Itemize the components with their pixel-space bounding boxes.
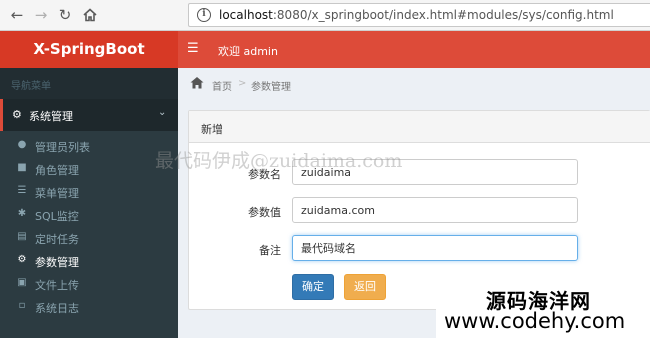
- sidebar-item-label: SQL监控: [35, 210, 79, 223]
- sidebar-item-config[interactable]: ⚙ 参数管理: [0, 250, 178, 273]
- sidebar-item-sql[interactable]: ✱ SQL监控: [0, 204, 178, 227]
- sidebar-item-admins[interactable]: ● 管理员列表: [0, 135, 178, 158]
- sidebar-item-label: 定时任务: [35, 233, 79, 246]
- panel-header: 新增: [189, 111, 650, 143]
- sidebar-item-menus[interactable]: ☰ 菜单管理: [0, 181, 178, 204]
- panel-title: 新增: [201, 123, 223, 136]
- top-header: ☰ 欢迎 admin: [178, 31, 650, 68]
- file-icon: ▫: [18, 300, 26, 311]
- breadcrumb-home[interactable]: 首页: [212, 78, 232, 93]
- breadcrumb-current: 参数管理: [251, 82, 291, 93]
- sidebar-submenu: ● 管理员列表 ■ 角色管理 ☰ 菜单管理 ✱ SQL监控 ▤ 定时任务 ⚙ 参…: [0, 131, 178, 338]
- gear-icon: ⚙: [12, 108, 22, 121]
- url-text: localhost:8080/x_springboot/index.html#m…: [219, 8, 614, 22]
- param-value-input[interactable]: [292, 197, 578, 223]
- tasks-icon: ▤: [17, 231, 27, 242]
- sidebar-item-label: 角色管理: [35, 164, 79, 177]
- browser-toolbar: ← → ↻ i localhost:8080/x_springboot/inde…: [0, 0, 650, 31]
- breadcrumb: 首页 > 参数管理: [178, 68, 650, 100]
- sidebar-item-label: 系统日志: [35, 302, 79, 315]
- remark-label: 备注: [259, 244, 281, 257]
- forward-arrow-icon[interactable]: →: [32, 6, 50, 24]
- list-icon: ☰: [17, 185, 27, 196]
- sidebar-title: 导航菜单: [11, 81, 51, 92]
- welcome-text: 欢迎 admin: [218, 45, 278, 58]
- sidebar-item-label: 文件上传: [35, 279, 79, 292]
- address-bar[interactable]: i localhost:8080/x_springboot/index.html…: [188, 3, 650, 27]
- reload-icon[interactable]: ↻: [56, 6, 74, 24]
- sidebar: 导航菜单 ⚙ 系统管理 ⌄ ● 管理员列表 ■ 角色管理 ☰ 菜单管理 ✱ SQ…: [0, 68, 178, 338]
- sidebar-item-label: 参数管理: [35, 256, 79, 269]
- sidebar-item-label: 菜单管理: [35, 187, 79, 200]
- image-icon: ▣: [17, 277, 27, 288]
- corner-watermark: 源码海洋网 www.codehy.com: [436, 282, 650, 338]
- sidebar-group-label: 系统管理: [29, 110, 73, 123]
- watermark-line2: www.codehy.com: [444, 309, 626, 333]
- sidebar-item-roles[interactable]: ■ 角色管理: [0, 158, 178, 181]
- bug-icon: ✱: [17, 208, 27, 219]
- sidebar-item-upload[interactable]: ▣ 文件上传: [0, 273, 178, 296]
- param-value-label: 参数值: [248, 206, 281, 219]
- home-icon[interactable]: [190, 76, 204, 93]
- info-icon[interactable]: i: [197, 8, 211, 22]
- back-button[interactable]: 返回: [344, 274, 386, 300]
- app-logo[interactable]: X-SpringBoot: [0, 31, 178, 68]
- home-icon[interactable]: [81, 6, 99, 24]
- sidebar-item-tasks[interactable]: ▤ 定时任务: [0, 227, 178, 250]
- gear-icon: ⚙: [17, 254, 27, 265]
- remark-input[interactable]: [292, 235, 578, 261]
- sidebar-item-logs[interactable]: ▫ 系统日志: [0, 296, 178, 319]
- sidebar-item-label: 管理员列表: [35, 141, 90, 154]
- sidebar-group-system[interactable]: ⚙ 系统管理 ⌄: [0, 99, 178, 131]
- chevron-down-icon: ⌄: [158, 107, 167, 118]
- breadcrumb-separator: >: [238, 78, 247, 89]
- user-secret-icon: ■: [17, 162, 27, 173]
- form-panel: 新增 参数名 参数值 备注 确定 返回: [188, 110, 650, 310]
- center-watermark: 最代码伊成@zuidaima.com: [155, 150, 403, 172]
- user-icon: ●: [17, 139, 27, 150]
- submit-button[interactable]: 确定: [292, 274, 334, 300]
- hamburger-icon[interactable]: ☰: [187, 41, 199, 56]
- back-arrow-icon[interactable]: ←: [8, 6, 26, 24]
